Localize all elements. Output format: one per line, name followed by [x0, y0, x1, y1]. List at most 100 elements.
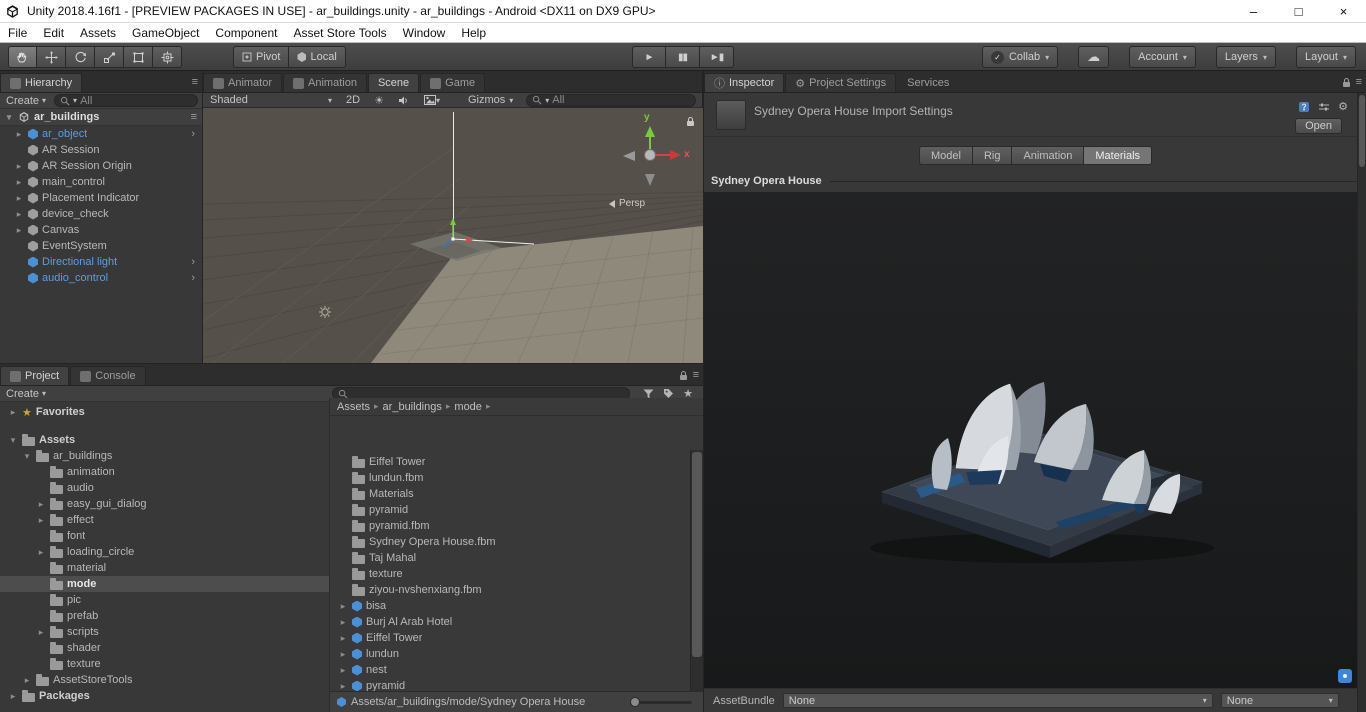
close-button[interactable]: ×: [1321, 0, 1366, 22]
tree-folder-shader[interactable]: shader: [0, 640, 329, 656]
expand-triangle-icon[interactable]: ▸: [36, 499, 46, 510]
local-toggle-button[interactable]: Local: [289, 46, 345, 68]
tab-game[interactable]: Game: [420, 73, 485, 92]
expand-triangle-icon[interactable]: ▸: [36, 515, 46, 526]
expand-triangle-icon[interactable]: ▸: [338, 649, 348, 660]
lock-icon[interactable]: [1342, 77, 1351, 88]
scale-tool-button[interactable]: [95, 46, 124, 68]
lock-icon[interactable]: [686, 116, 695, 130]
tree-folder-prefab[interactable]: prefab: [0, 608, 329, 624]
expand-triangle-icon[interactable]: ▸: [36, 547, 46, 558]
maximize-button[interactable]: □: [1276, 0, 1321, 22]
scene-menu-icon[interactable]: ≡: [191, 111, 197, 123]
pivot-toggle-button[interactable]: Pivot: [233, 46, 289, 68]
perspective-toggle[interactable]: Persp: [609, 198, 645, 209]
layers-dropdown[interactable]: Layers ▾: [1216, 46, 1276, 68]
breadcrumb-item-assets[interactable]: Assets: [337, 401, 370, 413]
expand-triangle-icon[interactable]: ▸: [14, 193, 24, 204]
move-tool-button[interactable]: [37, 46, 66, 68]
open-button[interactable]: Open: [1295, 118, 1342, 134]
hierarchy-item-ar-session-origin[interactable]: ▸ AR Session Origin: [0, 158, 202, 174]
tree-folder-mode[interactable]: mode: [0, 576, 329, 592]
prefab-arrow-icon[interactable]: ›: [191, 256, 195, 268]
menu-assets[interactable]: Assets: [72, 23, 124, 42]
expand-triangle-icon[interactable]: ▸: [14, 129, 24, 140]
axis-y-label[interactable]: y: [644, 112, 650, 123]
minimize-button[interactable]: –: [1231, 0, 1276, 22]
expand-triangle-icon[interactable]: ▸: [14, 161, 24, 172]
search-filter-arrow-icon[interactable]: ▾: [545, 96, 549, 105]
expand-triangle-icon[interactable]: ▸: [338, 633, 348, 644]
expand-triangle-icon[interactable]: ▾: [8, 435, 18, 446]
help-icon[interactable]: [1298, 101, 1310, 113]
hierarchy-item-canvas[interactable]: ▸ Canvas: [0, 222, 202, 238]
tree-assets-root[interactable]: ▾ Assets: [0, 432, 329, 448]
expand-triangle-icon[interactable]: ▸: [338, 665, 348, 676]
import-tab-model[interactable]: Model: [919, 146, 973, 165]
tree-folder-assetstoretools[interactable]: ▸AssetStoreTools: [0, 672, 329, 688]
file-folder-taj-mahal[interactable]: Taj Mahal: [330, 550, 690, 566]
settings-gear-icon[interactable]: ⚙: [1338, 100, 1348, 113]
tree-folder-loading-circle[interactable]: ▸loading_circle: [0, 544, 329, 560]
expand-triangle-icon[interactable]: ▸: [8, 407, 18, 418]
expand-triangle-icon[interactable]: ▸: [14, 209, 24, 220]
expand-triangle-icon[interactable]: ▸: [8, 691, 18, 702]
2d-toggle-button[interactable]: 2D: [341, 93, 365, 107]
rect-tool-button[interactable]: [124, 46, 153, 68]
hierarchy-create-button[interactable]: Create ▾: [4, 95, 48, 107]
step-button[interactable]: ►▮: [700, 46, 734, 68]
cloud-button[interactable]: ☁: [1078, 46, 1109, 68]
tab-inspector[interactable]: ⓘ Inspector: [704, 73, 784, 92]
expand-triangle-icon[interactable]: ▸: [338, 617, 348, 628]
axis-x-label[interactable]: x: [684, 149, 690, 160]
menu-edit[interactable]: Edit: [35, 23, 72, 42]
transform-tool-button[interactable]: [153, 46, 182, 68]
icon-size-slider[interactable]: [630, 701, 692, 704]
draw-mode-dropdown[interactable]: Shaded ▾: [205, 93, 337, 107]
tab-scene[interactable]: Scene: [368, 73, 419, 92]
favorites-root[interactable]: ▸ ★ Favorites: [0, 404, 329, 420]
layout-dropdown[interactable]: Layout ▾: [1296, 46, 1356, 68]
tab-animation[interactable]: Animation: [283, 73, 367, 92]
hierarchy-item-ar-object[interactable]: ▸ ar_object ›: [0, 126, 202, 142]
search-by-type-icon[interactable]: [643, 389, 654, 399]
import-tab-materials[interactable]: Materials: [1084, 146, 1152, 165]
expand-triangle-icon[interactable]: ▸: [338, 681, 348, 692]
tab-services[interactable]: Services: [897, 73, 959, 92]
prefab-arrow-icon[interactable]: ›: [191, 272, 195, 284]
hierarchy-item-directional-light[interactable]: Directional light ›: [0, 254, 202, 270]
hand-tool-button[interactable]: [8, 46, 37, 68]
account-dropdown[interactable]: Account ▾: [1129, 46, 1196, 68]
scrollbar-thumb[interactable]: [1359, 95, 1365, 167]
pause-button[interactable]: ▮▮: [666, 46, 700, 68]
menu-file[interactable]: File: [0, 23, 35, 42]
expand-triangle-icon[interactable]: ▾: [22, 451, 32, 462]
import-tab-animation[interactable]: Animation: [1012, 146, 1084, 165]
gizmos-dropdown[interactable]: Gizmos ▾: [463, 93, 518, 107]
presets-icon[interactable]: [1318, 102, 1330, 112]
menu-asset-store-tools[interactable]: Asset Store Tools: [285, 23, 394, 42]
scene-header-row[interactable]: ▾ ar_buildings ≡: [0, 109, 202, 126]
expand-triangle-icon[interactable]: ▸: [338, 601, 348, 612]
collab-dropdown[interactable]: ✓ Collab ▾: [982, 46, 1058, 68]
file-list-scrollbar[interactable]: [690, 450, 703, 691]
inspector-scrollbar[interactable]: [1357, 93, 1366, 712]
tree-folder-font[interactable]: font: [0, 528, 329, 544]
file-folder-pyramid-fbm[interactable]: pyramid.fbm: [330, 518, 690, 534]
file-folder-materials[interactable]: Materials: [330, 486, 690, 502]
tab-console[interactable]: Console: [70, 366, 145, 385]
file-folder-sydney-opera-house-fbm[interactable]: Sydney Opera House.fbm: [330, 534, 690, 550]
tab-project[interactable]: Project: [0, 366, 69, 385]
scene-viewport[interactable]: y x Persp: [203, 108, 703, 363]
audio-toggle-button[interactable]: [393, 93, 415, 107]
expand-triangle-icon[interactable]: ▸: [14, 177, 24, 188]
import-tab-rig[interactable]: Rig: [973, 146, 1013, 165]
menu-component[interactable]: Component: [207, 23, 285, 42]
breadcrumb-item-ar-buildings[interactable]: ar_buildings: [383, 401, 442, 413]
file-folder-ziyou-nvshenxiang-fbm[interactable]: ziyou-nvshenxiang.fbm: [330, 582, 690, 598]
tree-folder-animation[interactable]: animation: [0, 464, 329, 480]
hierarchy-item-main-control[interactable]: ▸ main_control: [0, 174, 202, 190]
search-filter-arrow-icon[interactable]: ▾: [73, 96, 77, 105]
tree-folder-pic[interactable]: pic: [0, 592, 329, 608]
tree-folder-material[interactable]: material: [0, 560, 329, 576]
